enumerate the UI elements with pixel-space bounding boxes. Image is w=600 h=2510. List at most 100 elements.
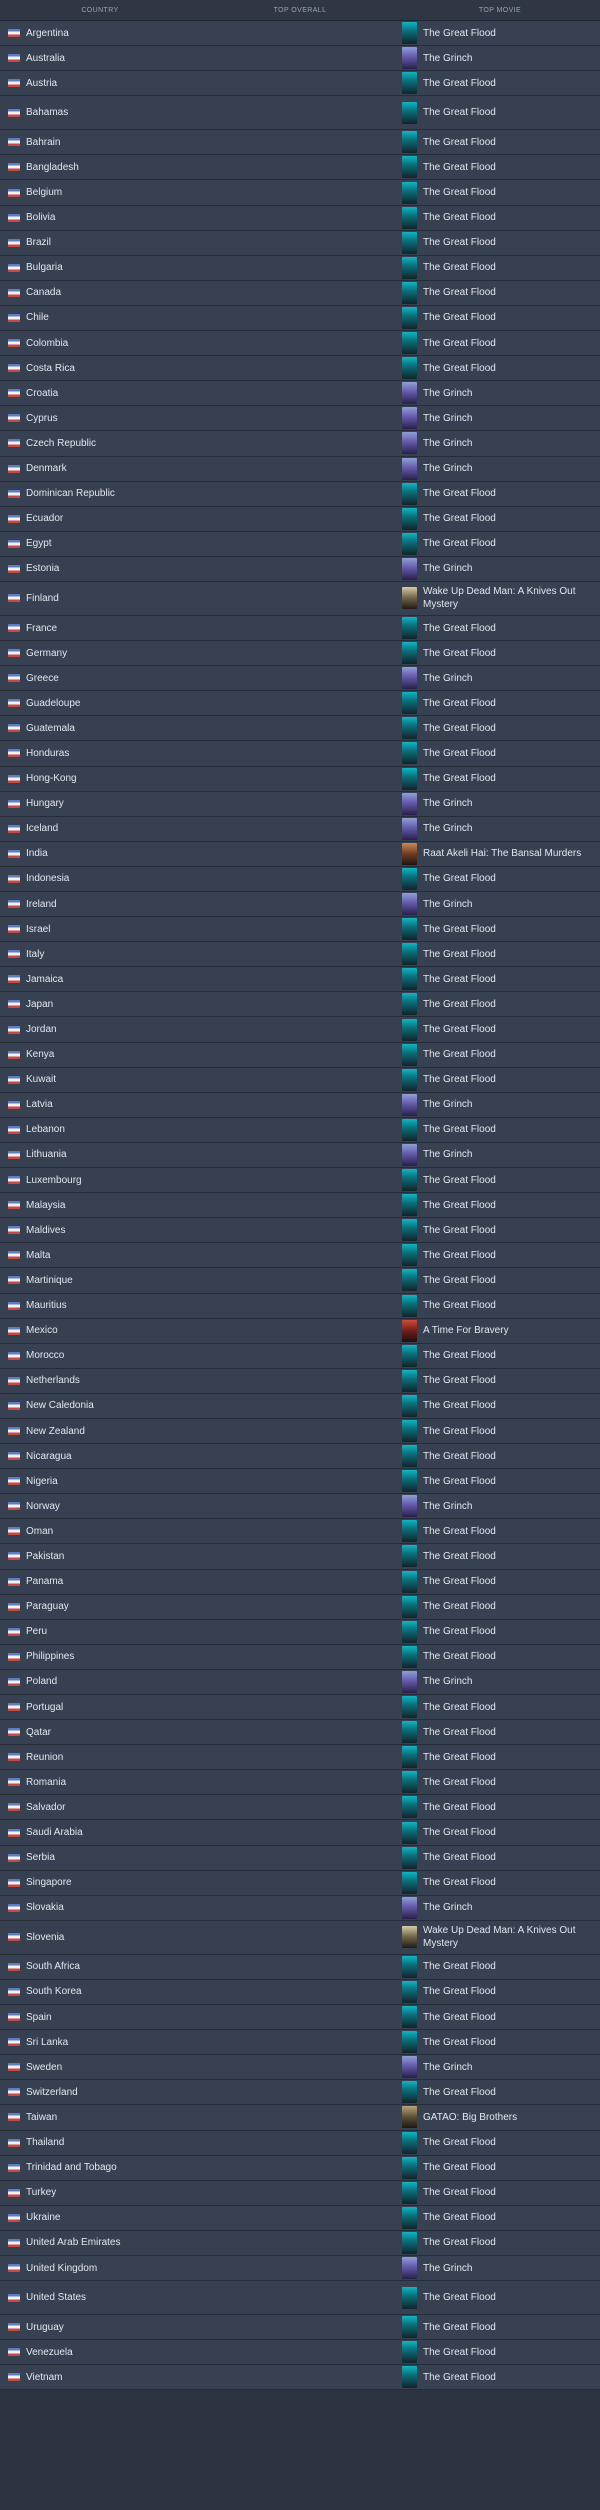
movie-poster[interactable] [402,1470,417,1493]
top-movie-cell[interactable]: The Great Flood [402,306,600,329]
table-row[interactable]: Sri Lanka The Great Flood [0,2030,600,2056]
movie-poster[interactable] [402,2131,417,2154]
movie-poster[interactable] [402,767,417,790]
movie-poster[interactable] [402,22,417,45]
top-movie-cell[interactable]: The Grinch [402,1495,600,1518]
movie-title[interactable]: The Great Flood [423,1073,496,1086]
movie-title[interactable]: The Great Flood [423,1249,496,1262]
top-movie-cell[interactable]: The Great Flood [402,1796,600,1819]
movie-title[interactable]: Raat Akeli Hai: The Bansal Murders [423,847,581,860]
movie-title[interactable]: The Great Flood [423,1575,496,1588]
movie-poster[interactable] [402,2231,417,2254]
table-row[interactable]: Martinique The Great Flood [0,1268,600,1294]
table-row[interactable]: Austria The Great Flood [0,71,600,97]
movie-title[interactable]: The Great Flood [423,1425,496,1438]
movie-title[interactable]: The Great Flood [423,647,496,660]
table-row[interactable]: Reunion The Great Flood [0,1745,600,1771]
table-row[interactable]: Honduras The Great Flood [0,741,600,767]
table-row[interactable]: Guadeloupe The Great Flood [0,691,600,717]
top-movie-cell[interactable]: The Great Flood [402,1645,600,1668]
top-movie-cell[interactable]: The Great Flood [402,231,600,254]
top-movie-cell[interactable]: The Great Flood [402,1043,600,1066]
table-row[interactable]: Israel The Great Flood [0,917,600,943]
movie-title[interactable]: The Great Flood [423,1048,496,1061]
top-movie-cell[interactable]: The Grinch [402,407,600,430]
top-movie-cell[interactable]: The Great Flood [402,1620,600,1643]
top-movie-cell[interactable]: The Great Flood [402,867,600,890]
movie-poster[interactable] [402,993,417,1016]
table-row[interactable]: Romania The Great Flood [0,1770,600,1796]
top-movie-cell[interactable]: The Great Flood [402,742,600,765]
movie-poster[interactable] [402,2156,417,2179]
table-row[interactable]: Belgium The Great Flood [0,180,600,206]
movie-title[interactable]: The Great Flood [423,1274,496,1287]
movie-poster[interactable] [402,1721,417,1744]
movie-title[interactable]: GATAO: Big Brothers [423,2111,517,2124]
table-row[interactable]: Salvador The Great Flood [0,1795,600,1821]
column-header-country[interactable]: COUNTRY [0,7,200,14]
top-movie-cell[interactable]: The Great Flood [402,1955,600,1978]
movie-title[interactable]: The Great Flood [423,1199,496,1212]
movie-title[interactable]: The Great Flood [423,487,496,500]
top-movie-cell[interactable]: The Great Flood [402,1520,600,1543]
movie-poster[interactable] [402,2181,417,2204]
table-row[interactable]: Poland The Grinch [0,1669,600,1695]
top-movie-cell[interactable]: The Great Flood [402,1169,600,1192]
movie-poster[interactable] [402,1194,417,1217]
table-row[interactable]: Singapore The Great Flood [0,1870,600,1896]
movie-poster[interactable] [402,101,417,124]
movie-poster[interactable] [402,357,417,380]
movie-poster[interactable] [402,1169,417,1192]
table-row[interactable]: Croatia The Grinch [0,381,600,407]
table-row[interactable]: Bahamas The Great Flood [0,96,600,131]
movie-poster[interactable] [402,918,417,941]
movie-title[interactable]: The Great Flood [423,106,496,119]
table-row[interactable]: Jordan The Great Flood [0,1017,600,1043]
movie-title[interactable]: The Great Flood [423,1023,496,1036]
table-row[interactable]: Norway The Grinch [0,1494,600,1520]
movie-title[interactable]: A Time For Bravery [423,1324,509,1337]
table-row[interactable]: Trinidad and Tobago The Great Flood [0,2155,600,2181]
movie-poster[interactable] [402,156,417,179]
column-header-top-movie[interactable]: TOP MOVIE [400,7,600,14]
table-row[interactable]: South Africa The Great Flood [0,1954,600,1980]
table-row[interactable]: Luxembourg The Great Flood [0,1168,600,1194]
movie-poster[interactable] [402,1696,417,1719]
table-row[interactable]: Bolivia The Great Flood [0,205,600,231]
movie-poster[interactable] [402,1771,417,1794]
movie-poster[interactable] [402,817,417,840]
movie-poster[interactable] [402,181,417,204]
top-movie-cell[interactable]: The Great Flood [402,101,600,124]
top-movie-cell[interactable]: The Great Flood [402,617,600,640]
movie-title[interactable]: The Great Flood [423,923,496,936]
movie-title[interactable]: The Great Flood [423,236,496,249]
top-movie-cell[interactable]: The Great Flood [402,1420,600,1443]
movie-title[interactable]: Wake Up Dead Man: A Knives Out Mystery [423,585,594,611]
top-movie-cell[interactable]: The Great Flood [402,1570,600,1593]
table-row[interactable]: Canada The Great Flood [0,280,600,306]
top-movie-cell[interactable]: The Great Flood [402,1219,600,1242]
table-row[interactable]: Uruguay The Great Flood [0,2315,600,2341]
movie-poster[interactable] [402,1520,417,1543]
table-row[interactable]: Sweden The Grinch [0,2055,600,2081]
top-movie-cell[interactable]: The Great Flood [402,181,600,204]
movie-poster[interactable] [402,943,417,966]
movie-title[interactable]: The Great Flood [423,948,496,961]
table-row[interactable]: New Caledonia The Great Flood [0,1393,600,1419]
movie-title[interactable]: The Grinch [423,1901,472,1914]
movie-title[interactable]: The Great Flood [423,211,496,224]
movie-title[interactable]: The Great Flood [423,1826,496,1839]
top-movie-cell[interactable]: The Great Flood [402,532,600,555]
top-movie-cell[interactable]: The Great Flood [402,642,600,665]
movie-poster[interactable] [402,1068,417,1091]
table-row[interactable]: Denmark The Grinch [0,456,600,482]
table-row[interactable]: Latvia The Grinch [0,1092,600,1118]
column-header-top-overall[interactable]: TOP OVERALL [200,7,400,14]
table-row[interactable]: United Kingdom The Grinch [0,2255,600,2282]
movie-poster[interactable] [402,2081,417,2104]
movie-poster[interactable] [402,1344,417,1367]
movie-poster[interactable] [402,2341,417,2364]
movie-poster[interactable] [402,432,417,455]
table-row[interactable]: Hong-Kong The Great Flood [0,766,600,792]
top-movie-cell[interactable]: The Great Flood [402,22,600,45]
